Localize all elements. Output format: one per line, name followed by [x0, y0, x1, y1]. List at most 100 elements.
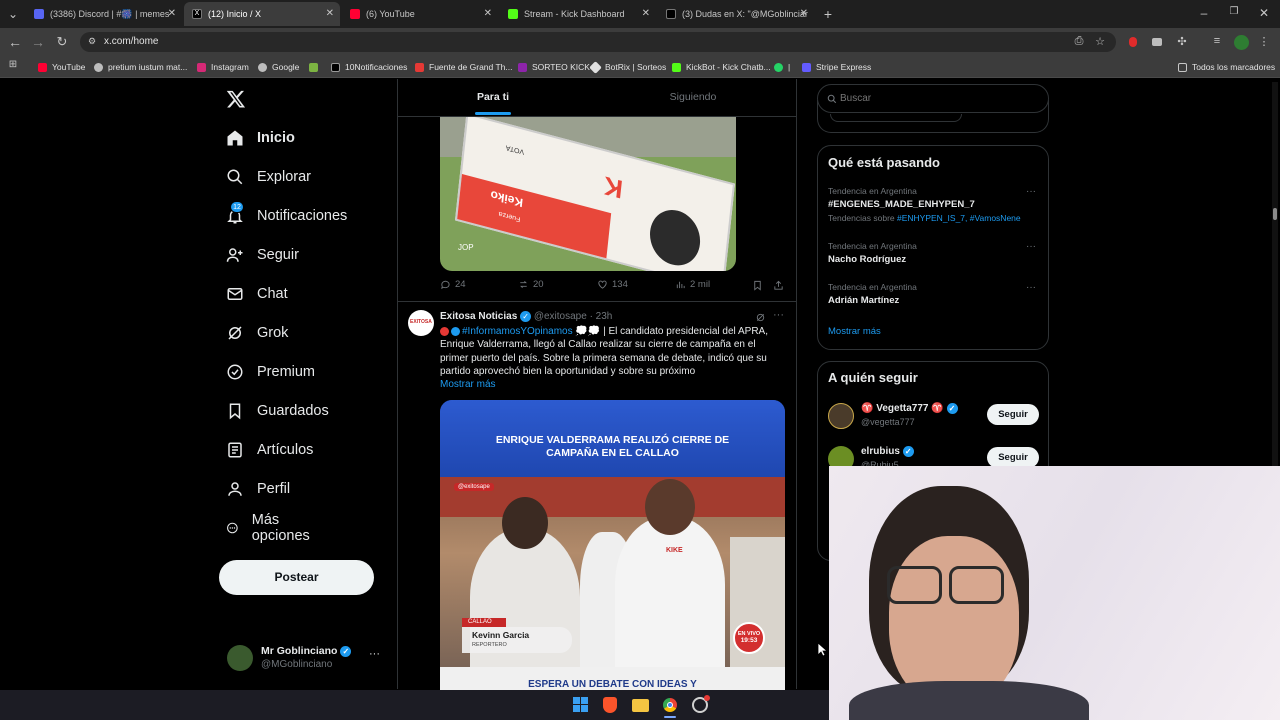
sidebar-item-chat[interactable]: Chat — [226, 282, 288, 306]
bookmark-botrix[interactable]: BotRix | Sorteos — [589, 60, 667, 74]
tab-discord[interactable]: (3386) Discord | #🎆 | memes ✕ — [26, 2, 182, 26]
reply-button[interactable]: 24 — [440, 279, 466, 290]
brave-icon[interactable] — [603, 697, 617, 713]
follow-suggestion[interactable]: ♈ Vegetta777 ♈ ✓ @vegetta777 Seguir — [818, 400, 1048, 434]
post-image[interactable]: K VOTA Keiko Fuerza JOP — [440, 117, 736, 271]
tab-x-home[interactable]: X (12) Inicio / X ✕ — [184, 2, 340, 26]
extension-icon[interactable] — [1152, 38, 1162, 46]
close-icon[interactable]: ✕ — [484, 8, 492, 19]
show-more-link[interactable]: Mostrar más — [828, 326, 881, 337]
bookmark-youtube[interactable]: YouTube — [38, 60, 85, 74]
share-icon[interactable] — [773, 280, 784, 291]
sidebar-item-seguir[interactable]: Seguir — [226, 243, 299, 267]
verified-icon: ✓ — [902, 446, 914, 457]
media-control-icon[interactable]: ≡ — [1210, 35, 1224, 47]
bookmark-google[interactable]: Google — [258, 60, 299, 74]
tab-kick[interactable]: Stream - Kick Dashboard ✕ — [500, 2, 656, 26]
sidebar-item-perfil[interactable]: Perfil — [226, 477, 290, 501]
minimize-icon[interactable]: – — [1196, 6, 1212, 20]
repost-button[interactable]: 20 — [518, 279, 544, 290]
account-switcher[interactable]: Mr Goblinciano ✓ @MGoblinciano ··· — [219, 642, 394, 674]
sidebar-item-articulos[interactable]: Artículos — [226, 438, 313, 462]
new-tab-icon[interactable]: + — [820, 6, 836, 22]
chrome-icon[interactable] — [662, 697, 678, 713]
maximize-icon[interactable]: ❐ — [1226, 6, 1242, 17]
location-label: CALLAO — [462, 618, 506, 627]
views-button[interactable]: 2 mil — [675, 279, 710, 290]
bookmark-stripe[interactable]: Stripe Express — [802, 60, 871, 74]
follow-button[interactable]: Seguir — [987, 447, 1039, 468]
follow-button[interactable]: Seguir — [987, 404, 1039, 425]
close-icon[interactable]: ✕ — [642, 8, 650, 19]
back-icon[interactable]: ← — [7, 34, 23, 50]
feed-tabs: Para ti Siguiendo — [398, 79, 796, 117]
sidebar-item-premium[interactable]: Premium — [226, 360, 315, 384]
tab-siguiendo[interactable]: Siguiendo — [598, 79, 788, 117]
bookmark-sorteo-kick[interactable]: SORTEO KICK — [518, 60, 590, 74]
trend-item[interactable]: Tendencia en Argentina Adrián Martínez ·… — [818, 278, 1048, 318]
windows-start-icon[interactable] — [573, 697, 589, 713]
bookmark-10notificaciones[interactable]: 10Notificaciones — [331, 60, 407, 74]
site-info-icon[interactable]: ⚙ — [88, 36, 96, 47]
more-icon[interactable]: ··· — [1026, 282, 1036, 293]
trend-item[interactable]: Tendencia en Argentina #ENGENES_MADE_ENH… — [818, 182, 1048, 234]
bookmark-whatsapp[interactable]: | — [774, 60, 790, 74]
more-icon[interactable]: ··· — [369, 648, 380, 660]
bookmark-label: BotRix | Sorteos — [605, 62, 667, 72]
url-bar[interactable]: ⚙ x.com/home — [80, 32, 1116, 52]
close-icon[interactable]: ✕ — [800, 8, 808, 19]
sidebar-item-label: Artículos — [257, 442, 314, 458]
bookmark-kickbot[interactable]: KickBot - Kick Chatb... — [672, 60, 771, 74]
bookmark-all[interactable]: Todos los marcadores — [1178, 60, 1275, 74]
sidebar-item-grok[interactable]: Grok — [226, 321, 288, 345]
more-icon[interactable]: ··· — [773, 309, 784, 321]
close-icon[interactable]: ✕ — [168, 8, 176, 19]
post-author[interactable]: Exitosa Noticias — [440, 311, 517, 322]
post-video[interactable]: ENRIQUE VALDERRAMA REALIZÓ CIERRE DE CAM… — [440, 400, 785, 690]
sidebar-item-inicio[interactable]: Inicio — [226, 126, 295, 150]
show-more-link[interactable]: Mostrar más — [440, 379, 496, 390]
puzzle-icon[interactable]: ✣ — [1175, 35, 1189, 48]
bookmark-icon[interactable] — [752, 280, 763, 291]
tab-search-icon[interactable]: ⌄ — [6, 7, 20, 21]
file-explorer-icon[interactable] — [632, 699, 649, 712]
install-icon[interactable]: ⎙ — [1072, 35, 1086, 48]
webcam-overlay — [829, 466, 1280, 720]
more-icon[interactable]: ··· — [1026, 186, 1036, 197]
forward-icon[interactable]: → — [30, 34, 46, 50]
scrollbar-thumb[interactable] — [1273, 208, 1277, 220]
post-button[interactable]: Postear — [219, 560, 374, 595]
star-icon[interactable]: ☆ — [1093, 35, 1107, 48]
close-icon[interactable]: ✕ — [326, 8, 334, 19]
bookmark-fuente-gta[interactable]: Fuente de Grand Th... — [415, 60, 512, 74]
post-header: Exitosa Noticias ✓ @exitosape · 23h — [440, 311, 612, 322]
sidebar-item-mas-opciones[interactable]: Más opciones — [226, 512, 315, 544]
hashtag-link[interactable]: #InformamosYOpinamos — [462, 326, 573, 337]
window-close-icon[interactable]: ✕ — [1256, 6, 1272, 20]
reload-icon[interactable]: ↻ — [54, 34, 70, 50]
profile-avatar[interactable] — [1234, 35, 1249, 50]
more-icon[interactable]: ··· — [1026, 241, 1036, 252]
bookmark-instagram[interactable]: Instagram — [197, 60, 249, 74]
like-button[interactable]: 134 — [597, 279, 628, 290]
post-time[interactable]: · 23h — [590, 311, 613, 322]
sidebar-item-guardados[interactable]: Guardados — [226, 399, 329, 423]
post-handle[interactable]: @exitosape — [534, 311, 587, 322]
tile — [581, 705, 588, 712]
x-logo-icon[interactable] — [226, 89, 246, 109]
trend-related-links[interactable]: #ENHYPEN_IS_7, #VamosNene — [897, 213, 1021, 223]
extension-icon[interactable] — [1129, 37, 1137, 47]
url-text: x.com/home — [104, 36, 159, 47]
bookmark-pretium[interactable]: pretium iustum mat... — [94, 60, 187, 74]
bookmark-extension[interactable] — [309, 60, 323, 74]
trend-item[interactable]: Tendencia en Argentina Nacho Rodríguez ·… — [818, 237, 1048, 277]
grok-icon[interactable] — [755, 312, 766, 323]
avatar[interactable]: EXITOSA — [408, 310, 434, 336]
tab-youtube[interactable]: (6) YouTube ✕ — [342, 2, 498, 26]
menu-icon[interactable]: ⋮ — [1258, 35, 1270, 48]
sidebar-item-notificaciones[interactable]: Notificaciones 12 — [226, 201, 347, 228]
apps-icon[interactable]: ⊞ — [7, 59, 19, 70]
bookmark-label: pretium iustum mat... — [108, 62, 188, 72]
tab-dudas[interactable]: (3) Dudas en X: "@MGoblinciar ✕ — [658, 2, 814, 26]
sidebar-item-explorar[interactable]: Explorar — [226, 165, 311, 189]
